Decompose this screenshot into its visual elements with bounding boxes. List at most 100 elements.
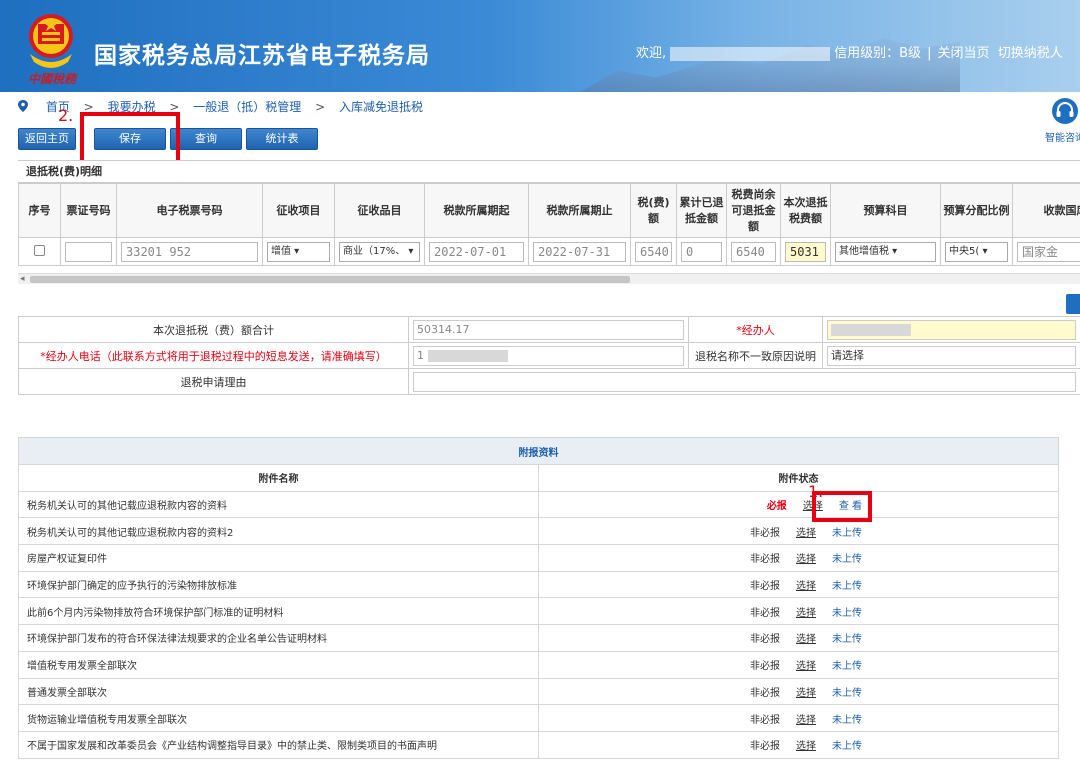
upload-status-link[interactable]: 未上传 [832, 577, 862, 592]
optional-tag: 非必报 [750, 661, 780, 673]
e-ticket-input[interactable]: 33201 952 [121, 241, 258, 262]
horizontal-scrollbar[interactable]: ◂ [18, 273, 1080, 284]
attachment-name: 增值税专用发票全部联次 [18, 650, 539, 679]
attachment-name: 普通发票全部联次 [18, 677, 539, 706]
attachment-status-cell: 非必报 选择 未上传 [538, 677, 1059, 706]
col-header: 电子税票号码 [116, 183, 263, 238]
side-tab-button[interactable] [1066, 294, 1080, 314]
choose-file-link[interactable]: 选择 [796, 737, 816, 752]
col-header: 票证号码 [60, 183, 117, 238]
summary-row: *经办人电话（此联系方式将用于退税过程中的短息发送，请准确填写） 1 退税名称不… [18, 342, 1080, 369]
budget-ratio-select[interactable]: 中央5( ▾ [945, 241, 1008, 262]
total-value: 50314.17 [413, 319, 684, 340]
levy-item-select[interactable]: 增值 ▾ [267, 241, 330, 262]
site-title: 国家税务总局江苏省电子税务局 [94, 43, 430, 69]
total-cell: 50314.17 [408, 316, 689, 343]
query-button[interactable]: 查询 [170, 128, 242, 150]
upload-status-link[interactable]: 未上传 [832, 524, 862, 539]
treasury-input[interactable]: 国家金 [1017, 241, 1080, 262]
levy-subitem-select[interactable]: 商业（17%、 ▾ [339, 241, 420, 262]
attachment-row: 环境保护部门确定的应予执行的污染物排放标准 非必报 选择 未上传 [18, 570, 1059, 599]
choose-file-link[interactable]: 选择 [796, 577, 816, 592]
ticket-no-input[interactable] [65, 241, 112, 262]
close-page-link[interactable]: 关闭当页 [937, 46, 989, 61]
choose-file-link[interactable]: 选择 [796, 604, 816, 619]
levy-item-value: 增值 [271, 245, 291, 257]
stats-button[interactable]: 统计表 [246, 128, 318, 150]
row-select-cell [18, 237, 61, 266]
scroll-left-icon[interactable]: ◂ [20, 274, 25, 284]
choose-file-link[interactable]: 选择 [796, 711, 816, 726]
smart-consult-label: 智能咨询 [1045, 133, 1080, 144]
phone-redacted [427, 349, 508, 362]
col-header: 序号 [18, 183, 61, 238]
reason-label: 退税申请理由 [18, 368, 409, 395]
upload-status-link[interactable]: 未上传 [832, 684, 862, 699]
e-ticket-cell: 33201 952 [116, 237, 263, 266]
phone-input[interactable]: 1 [413, 345, 684, 366]
attachment-name: 环境保护部门确定的应予执行的污染物排放标准 [18, 570, 539, 599]
attachment-row: 不属于国家发展和改革委员会《产业结构调整指导目录》中的禁止类、限制类项目的书面声… [18, 730, 1059, 759]
breadcrumb-current[interactable]: 入库减免退抵税 [339, 100, 423, 114]
choose-file-link[interactable]: 选择 [796, 684, 816, 699]
row-checkbox[interactable] [34, 244, 45, 256]
upload-status-link[interactable]: 未上传 [832, 550, 862, 565]
choose-file-link[interactable]: 选择 [796, 550, 816, 565]
optional-tag: 非必报 [750, 634, 780, 646]
tax-amount-cell: 6540 [630, 237, 677, 266]
refunded-input[interactable]: 0 [681, 241, 722, 262]
attachment-name: 不属于国家发展和改革委员会《产业结构调整指导目录》中的禁止类、限制类项目的书面声… [18, 730, 539, 759]
choose-file-link[interactable]: 选择 [796, 524, 816, 539]
optional-tag: 非必报 [750, 607, 780, 619]
refund-detail-grid: 退抵税(费)明细 序号 票证号码 电子税票号码 征收项目 征收品目 税款所属期起… [18, 160, 1080, 284]
optional-tag: 非必报 [750, 741, 780, 753]
grid-title: 退抵税(费)明细 [18, 161, 1080, 183]
headset-icon [1052, 98, 1078, 124]
upload-status-link[interactable]: 未上传 [832, 657, 862, 672]
col-header-status: 附件状态 [538, 464, 1059, 492]
reason-input[interactable] [413, 371, 1076, 392]
col-header: 税款所属期止 [528, 183, 631, 238]
remaining-input[interactable]: 6540 [731, 241, 776, 262]
optional-tag: 非必报 [750, 687, 780, 699]
tax-amount-input[interactable]: 6540 [635, 241, 672, 262]
required-tag: 必报 [766, 501, 787, 513]
breadcrumb-refund-management[interactable]: 一般退（抵）税管理 [193, 100, 301, 114]
attachment-row: 环境保护部门发布的符合环保法律法规要求的企业名单公告证明材料 非必报 选择 未上传 [18, 624, 1059, 652]
this-refund-input[interactable]: 5031 [785, 241, 826, 262]
optional-tag: 非必报 [750, 554, 780, 566]
choose-file-link[interactable]: 选择 [796, 630, 816, 645]
choose-file-link[interactable]: 选择 [796, 657, 816, 672]
period-start-input[interactable]: 2022-07-01 [429, 241, 524, 262]
scrollbar-thumb[interactable] [30, 276, 630, 283]
handler-input[interactable] [827, 319, 1076, 340]
handler-label: *经办人 [688, 316, 823, 343]
attachment-name: 税务机关认可的其他记载应退税款内容的资料 [18, 490, 539, 519]
back-home-button[interactable]: 返回主页 [18, 128, 76, 150]
upload-status-link[interactable]: 未上传 [832, 630, 862, 645]
levy-subitem-value: 商业（17%、 [343, 245, 406, 257]
attachment-name: 税务机关认可的其他记载应退税款内容的资料2 [18, 517, 539, 546]
step-2-label: 2. [58, 106, 74, 125]
col-header: 累计已退抵金额 [676, 183, 727, 238]
ticket-no-cell [60, 237, 117, 266]
highlight-box-save [80, 112, 180, 164]
period-end-input[interactable]: 2022-07-31 [533, 241, 626, 262]
attachments-header-row: 附件名称 附件状态 [18, 464, 1059, 492]
budget-subject-select[interactable]: 其他增值税 ▾ [835, 241, 936, 262]
switch-taxpayer-link[interactable]: 切换纳税人 [998, 46, 1063, 61]
col-header-name: 附件名称 [18, 464, 539, 492]
smart-consult-button[interactable]: 智能咨询 [1040, 96, 1080, 144]
col-header: 征收项目 [262, 183, 335, 238]
separator: | [927, 46, 932, 61]
upload-status-link[interactable]: 未上传 [832, 737, 862, 752]
attachment-row: 税务机关认可的其他记载应退税款内容的资料2 非必报 选择 未上传 [18, 517, 1059, 546]
site-header: 中國稅務 国家税务总局江苏省电子税务局 欢迎, 信用级别：B级 | 关闭当页 切换纳税… [0, 0, 1080, 92]
upload-status-link[interactable]: 未上传 [832, 604, 862, 619]
remaining-cell: 6540 [726, 237, 781, 266]
welcome-text: 欢迎, [636, 46, 667, 61]
mismatch-select[interactable]: 请选择 [827, 345, 1076, 366]
upload-status-link[interactable]: 未上传 [832, 711, 862, 726]
mismatch-label: 退税名称不一致原因说明 [688, 342, 823, 369]
attachment-name: 此前6个月内污染物排放符合环境保护部门标准的证明材料 [18, 597, 539, 626]
